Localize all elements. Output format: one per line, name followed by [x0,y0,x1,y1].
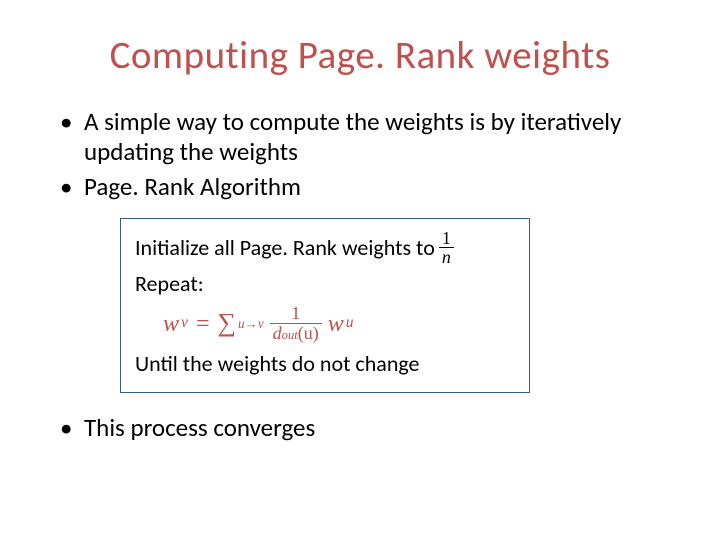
fraction-numerator: 1 [288,304,303,323]
sigma-icon: ∑ [217,308,236,339]
bullet-list-2: This process converges [60,413,672,443]
algorithm-box: Initialize all Page. Rank weights to 1 n… [120,218,530,394]
fraction-denominator: n [439,247,454,267]
bullet-1: A simple way to compute the weights is b… [60,107,672,166]
formula-rhs-sub: u [346,314,354,332]
fraction-denominator: dout(u) [270,323,322,343]
slide-title: Computing Page. Rank weights [48,32,672,79]
bullet-3: This process converges [60,413,672,443]
slide: Computing Page. Rank weights A simple wa… [0,0,720,540]
algo-initialize: Initialize all Page. Rank weights to 1 n [135,229,515,268]
fraction-numerator: 1 [439,229,454,248]
algo-init-text: Initialize all Page. Rank weights to [135,231,435,264]
formula-lhs-w: w [163,310,179,338]
algo-formula: wv = ∑u→v 1 dout(u) wu [163,304,515,343]
formula-lhs-sub: v [181,314,188,332]
algo-repeat: Repeat: [135,267,515,300]
formula-equals: = [196,310,210,338]
formula-rhs-w: w [328,310,344,338]
bullet-2: Page. Rank Algorithm [60,172,672,202]
fraction-one-over-n: 1 n [439,229,454,268]
algo-until: Until the weights do not change [135,347,515,380]
sigma-subscript: u→v [238,316,264,332]
fraction-one-over-dout: 1 dout(u) [270,304,322,343]
slide-body: A simple way to compute the weights is b… [60,107,672,443]
bullet-list: A simple way to compute the weights is b… [60,107,672,202]
